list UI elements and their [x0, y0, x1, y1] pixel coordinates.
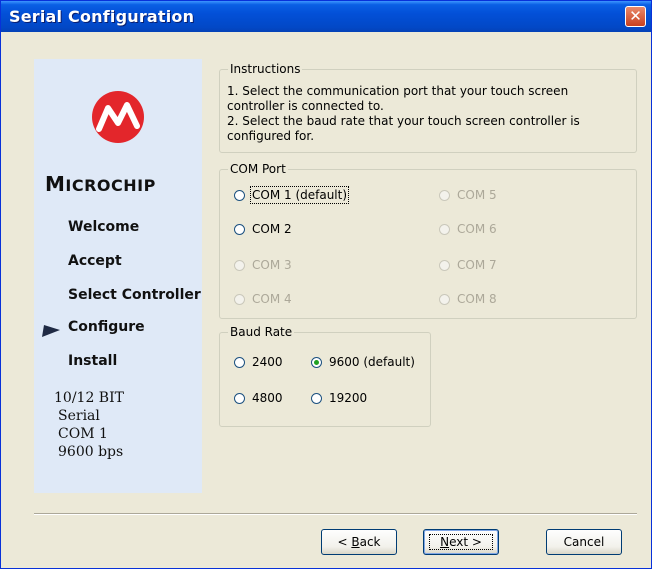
radio-circle-icon	[234, 224, 245, 235]
title-bar[interactable]: Serial Configuration ✕	[1, 1, 651, 32]
radio-com8[interactable]: COM 8	[439, 292, 497, 306]
microchip-logo-text: MICROCHIP	[45, 172, 156, 196]
radio-circle-icon	[439, 224, 450, 235]
nav-step-install: Install	[68, 353, 118, 369]
instructions-text: 1. Select the communication port that yo…	[227, 84, 627, 144]
radio-com2[interactable]: COM 2	[234, 222, 292, 236]
window-title: Serial Configuration	[9, 7, 195, 26]
info-bit-depth: 10/12 BIT	[54, 390, 124, 406]
button-separator	[34, 513, 637, 515]
com-port-group: COM Port COM 1 (default) COM 2 COM 3 COM…	[219, 161, 637, 319]
baud-rate-group: Baud Rate 2400 9600 (default) 4800 19200	[219, 324, 431, 427]
nav-step-configure: Configure	[68, 319, 145, 335]
radio-baud-9600[interactable]: 9600 (default)	[311, 355, 415, 369]
nav-step-accept: Accept	[68, 253, 122, 269]
radio-com4[interactable]: COM 4	[234, 292, 292, 306]
radio-circle-icon	[311, 393, 322, 404]
info-com-port: COM 1	[58, 426, 108, 442]
nav-step-select-controller: Select Controller	[68, 287, 201, 303]
back-button[interactable]: < Back	[321, 529, 397, 555]
radio-com6[interactable]: COM 6	[439, 222, 497, 236]
info-interface: Serial	[58, 408, 100, 424]
radio-circle-icon	[234, 393, 245, 404]
radio-baud-19200[interactable]: 19200	[311, 391, 367, 405]
instructions-legend: Instructions	[228, 61, 303, 77]
radio-circle-icon	[439, 190, 450, 201]
info-baud-rate: 9600 bps	[58, 444, 124, 460]
radio-com3[interactable]: COM 3	[234, 258, 292, 272]
radio-baud-2400[interactable]: 2400	[234, 355, 283, 369]
cancel-button[interactable]: Cancel	[546, 529, 622, 555]
com-port-legend: COM Port	[228, 161, 288, 177]
radio-circle-icon	[234, 294, 245, 305]
radio-com7[interactable]: COM 7	[439, 258, 497, 272]
instruction-step-2: 2. Select the baud rate that your touch …	[227, 114, 580, 143]
microchip-logo-icon	[92, 91, 144, 143]
instructions-group: Instructions 1. Select the communication…	[219, 61, 637, 153]
wizard-side-panel: MICROCHIP Welcome Accept Select Controll…	[34, 59, 202, 493]
radio-circle-icon	[234, 260, 245, 271]
radio-selected-icon	[311, 357, 322, 368]
serial-configuration-window: Serial Configuration ✕ MICROCHIP Welcome…	[0, 0, 652, 569]
radio-circle-icon	[234, 190, 245, 201]
radio-com1[interactable]: COM 1 (default)	[234, 186, 350, 204]
instruction-step-1: 1. Select the communication port that yo…	[227, 84, 569, 113]
radio-baud-4800[interactable]: 4800	[234, 391, 283, 405]
next-button[interactable]: Next >	[423, 529, 499, 555]
dialog-body: MICROCHIP Welcome Accept Select Controll…	[4, 32, 647, 566]
current-step-arrow-icon	[42, 325, 60, 337]
baud-rate-legend: Baud Rate	[228, 324, 295, 340]
radio-com5[interactable]: COM 5	[439, 188, 497, 202]
radio-circle-icon	[439, 294, 450, 305]
nav-step-welcome: Welcome	[68, 219, 140, 235]
close-icon: ✕	[629, 7, 642, 25]
close-button[interactable]: ✕	[625, 6, 646, 27]
radio-circle-icon	[439, 260, 450, 271]
radio-circle-icon	[234, 357, 245, 368]
